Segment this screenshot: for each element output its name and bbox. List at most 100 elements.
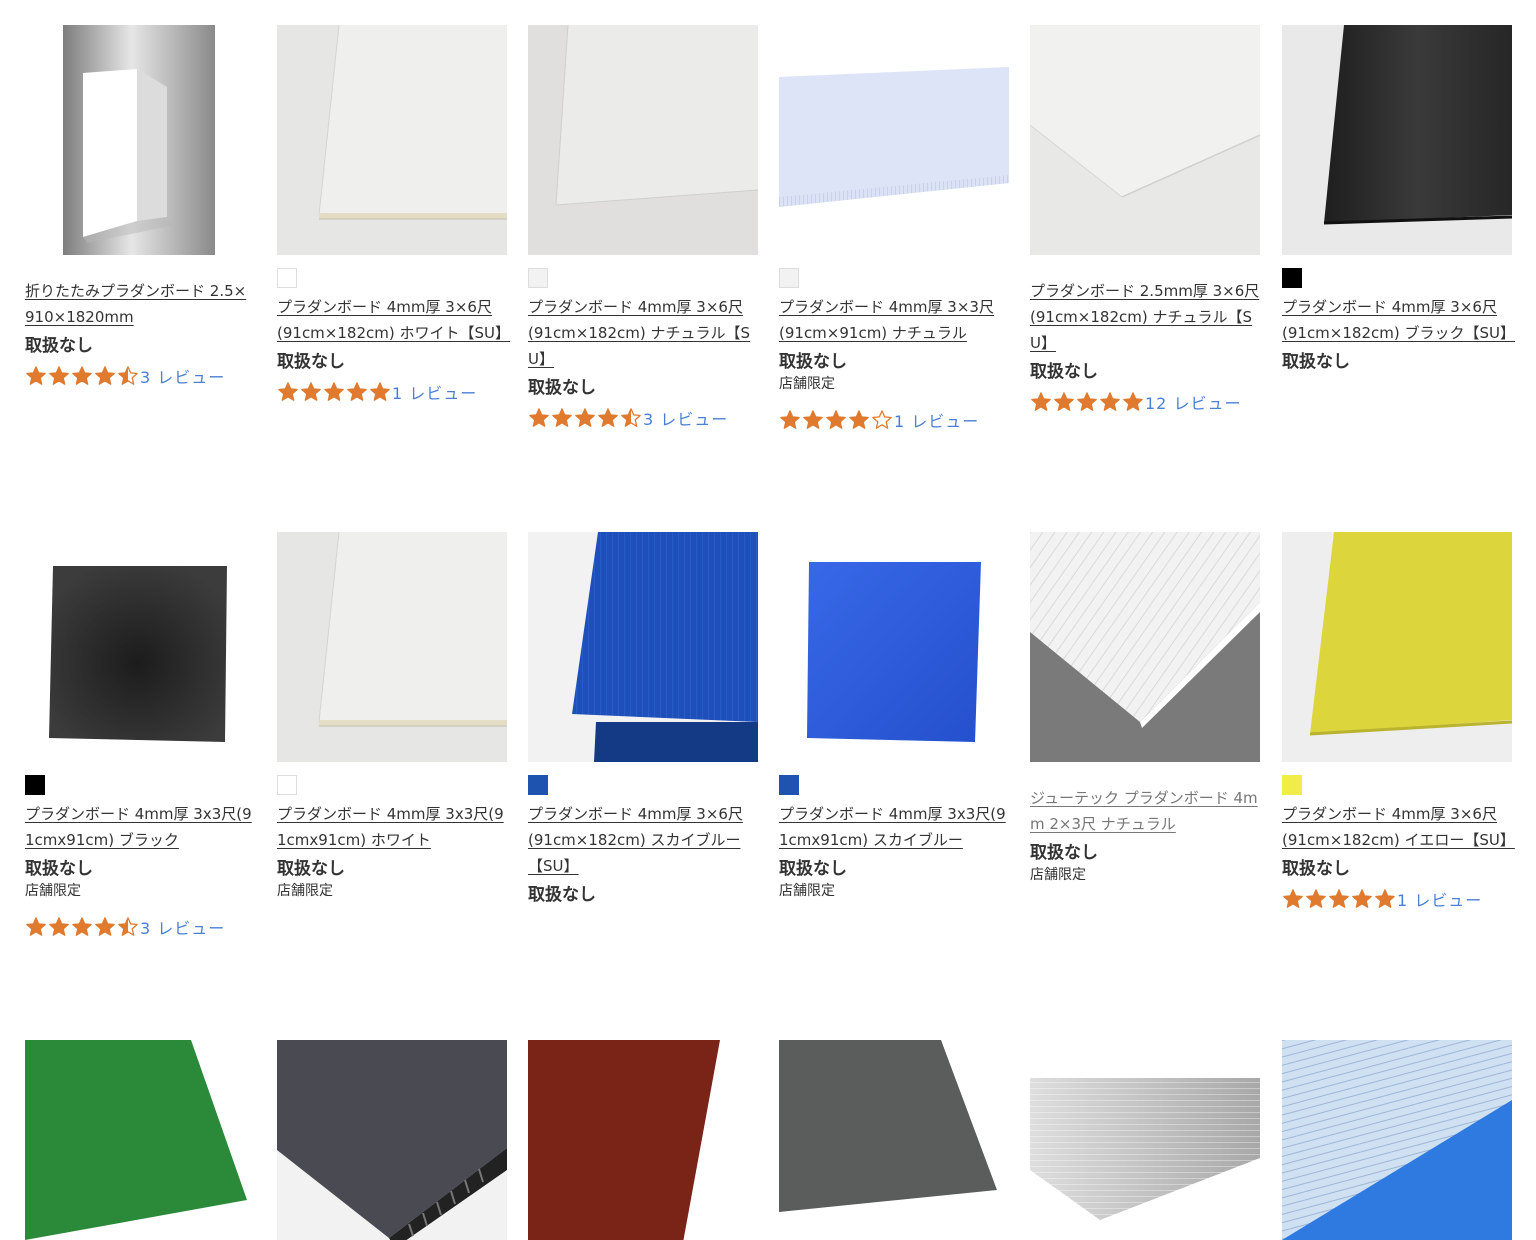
color-swatch-black[interactable] — [1282, 268, 1302, 288]
product-image-black-board[interactable] — [1282, 25, 1512, 255]
product-card — [1030, 1040, 1260, 1240]
product-name[interactable]: プラダンボード 4mm厚 3×6尺(91cm×182cm) イエロー【SU】 — [1282, 801, 1515, 853]
star-icon — [1283, 889, 1303, 908]
product-image-sky-blue-board[interactable] — [528, 532, 758, 762]
product-card — [528, 1040, 758, 1240]
product-card — [277, 1040, 507, 1240]
product-card: プラダンボード 4mm厚 3×3尺(91cm×91cm) ナチュラル 取扱なし … — [779, 25, 1009, 432]
color-swatch-black[interactable] — [25, 775, 45, 795]
star-icon — [1031, 392, 1051, 411]
rating: 3 レビュー — [25, 364, 255, 388]
star-icon — [95, 917, 115, 936]
product-card: プラダンボード 4mm厚 3×6尺(91cm×182cm) ナチュラル【SU】 … — [528, 25, 758, 430]
star-icon — [26, 366, 46, 385]
product-image-white-board-square[interactable] — [277, 532, 507, 762]
rating: 1 レビュー — [1282, 887, 1512, 911]
product-image-clear-board-on-blue[interactable] — [1282, 1040, 1512, 1240]
rating: 1 レビュー — [779, 408, 1009, 432]
rating-stars — [277, 381, 392, 403]
product-card: プラダンボード 2.5mm厚 3×6尺(91cm×182cm) ナチュラル【SU… — [1030, 25, 1260, 414]
product-image-natural-board-2-5mm[interactable] — [1030, 25, 1260, 255]
star-icon — [826, 410, 846, 429]
product-card: プラダンボード 4mm厚 3x3尺(91cmx91cm) ホワイト 取扱なし 店… — [277, 532, 507, 901]
rating-stars — [25, 916, 140, 938]
store-only-label: 店舗限定 — [277, 883, 333, 899]
color-swatch-white[interactable] — [277, 268, 297, 288]
product-name[interactable]: プラダンボード 4mm厚 3×6尺(91cm×182cm) ホワイト【SU】 — [277, 294, 510, 346]
product-card — [1282, 1040, 1512, 1240]
product-image-jutec-board[interactable] — [1030, 532, 1260, 762]
star-icon — [49, 366, 69, 385]
rating-stars — [779, 409, 894, 431]
stock-status: 取扱なし — [528, 885, 596, 905]
product-image-dark-gray-board[interactable] — [779, 1040, 1009, 1240]
star-icon — [370, 382, 390, 401]
rating: 1 レビュー — [277, 380, 507, 404]
color-swatch-natural[interactable] — [779, 268, 799, 288]
color-swatch-yellow[interactable] — [1282, 775, 1302, 795]
review-count-link[interactable]: 1 レビュー — [894, 408, 979, 432]
star-icon — [1306, 889, 1326, 908]
product-card: プラダンボード 4mm厚 3×6尺(91cm×182cm) スカイブルー【SU】… — [528, 532, 758, 907]
product-name[interactable]: プラダンボード 4mm厚 3×6尺(91cm×182cm) スカイブルー【SU】 — [528, 801, 758, 879]
product-image-yellow-board[interactable] — [1282, 532, 1512, 762]
star-icon — [803, 410, 823, 429]
rating: 3 レビュー — [528, 406, 758, 430]
star-icon — [849, 410, 869, 429]
product-image-natural-board-square[interactable] — [779, 25, 1009, 255]
stock-status: 取扱なし — [779, 859, 847, 879]
product-image-natural-board[interactable] — [528, 25, 758, 255]
product-image-white-board[interactable] — [277, 25, 507, 255]
star-icon — [72, 917, 92, 936]
star-icon — [26, 917, 46, 936]
stock-status: 取扱なし — [1030, 843, 1098, 863]
rating: 3 レビュー — [25, 915, 255, 939]
store-only-label: 店舗限定 — [779, 883, 835, 899]
star-icon — [278, 382, 298, 401]
color-swatch-sky-blue[interactable] — [779, 775, 799, 795]
star-icon — [1375, 889, 1395, 908]
product-name[interactable]: プラダンボード 4mm厚 3×6尺(91cm×182cm) ブラック【SU】 — [1282, 294, 1515, 346]
review-count-link[interactable]: 1 レビュー — [392, 380, 477, 404]
review-count-link[interactable]: 3 レビュー — [643, 406, 728, 430]
store-only-label: 店舗限定 — [25, 883, 81, 899]
product-image-black-board-square[interactable] — [25, 532, 255, 762]
review-count-link[interactable]: 1 レビュー — [1397, 887, 1482, 911]
rating-stars — [1282, 888, 1397, 910]
review-count-link[interactable]: 12 レビュー — [1145, 390, 1241, 414]
product-name[interactable]: プラダンボード 4mm厚 3x3尺(91cmx91cm) ブラック — [25, 801, 255, 853]
store-only-label: 店舗限定 — [1030, 867, 1086, 883]
stock-status: 取扱なし — [1030, 362, 1098, 382]
product-grid: 折りたたみプラダンボード 2.5×910×1820mm 取扱なし 3 レビュー … — [0, 0, 1536, 1240]
star-icon — [552, 408, 572, 427]
product-image-gray-board[interactable] — [277, 1040, 507, 1240]
product-card — [779, 1040, 1009, 1240]
review-count-link[interactable]: 3 レビュー — [140, 364, 225, 388]
product-image-red-board[interactable] — [528, 1040, 758, 1240]
product-image-green-board[interactable] — [25, 1040, 255, 1240]
store-only-label: 店舗限定 — [779, 376, 835, 392]
product-name[interactable]: プラダンボード 4mm厚 3×3尺(91cm×91cm) ナチュラル — [779, 294, 1009, 346]
star-icon — [1123, 392, 1143, 411]
star-icon — [575, 408, 595, 427]
product-name[interactable]: プラダンボード 2.5mm厚 3×6尺(91cm×182cm) ナチュラル【SU… — [1030, 278, 1260, 356]
product-card: プラダンボード 4mm厚 3x3尺(91cmx91cm) スカイブルー 取扱なし… — [779, 532, 1009, 901]
product-name[interactable]: 折りたたみプラダンボード 2.5×910×1820mm — [25, 278, 255, 330]
star-icon — [1077, 392, 1097, 411]
product-image-sky-blue-board-square[interactable] — [779, 532, 1009, 762]
star-icon — [1352, 889, 1372, 908]
color-swatch-sky-blue[interactable] — [528, 775, 548, 795]
product-name[interactable]: プラダンボード 4mm厚 3x3尺(91cmx91cm) ホワイト — [277, 801, 507, 853]
stock-status: 取扱なし — [25, 859, 93, 879]
review-count-link[interactable]: 3 レビュー — [140, 915, 225, 939]
product-name[interactable]: ジューテック プラダンボード 4mm 2×3尺 ナチュラル — [1030, 785, 1260, 837]
stock-status: 取扱なし — [277, 859, 345, 879]
product-name[interactable]: プラダンボード 4mm厚 3x3尺(91cmx91cm) スカイブルー — [779, 801, 1009, 853]
product-name[interactable]: プラダンボード 4mm厚 3×6尺(91cm×182cm) ナチュラル【SU】 — [528, 294, 758, 372]
product-card: プラダンボード 4mm厚 3×6尺(91cm×182cm) ホワイト【SU】 取… — [277, 25, 510, 404]
product-image-clear-board[interactable] — [1030, 1040, 1260, 1240]
product-image-folding-board[interactable] — [25, 25, 255, 255]
color-swatch-white[interactable] — [277, 775, 297, 795]
product-card — [25, 1040, 255, 1240]
color-swatch-natural[interactable] — [528, 268, 548, 288]
